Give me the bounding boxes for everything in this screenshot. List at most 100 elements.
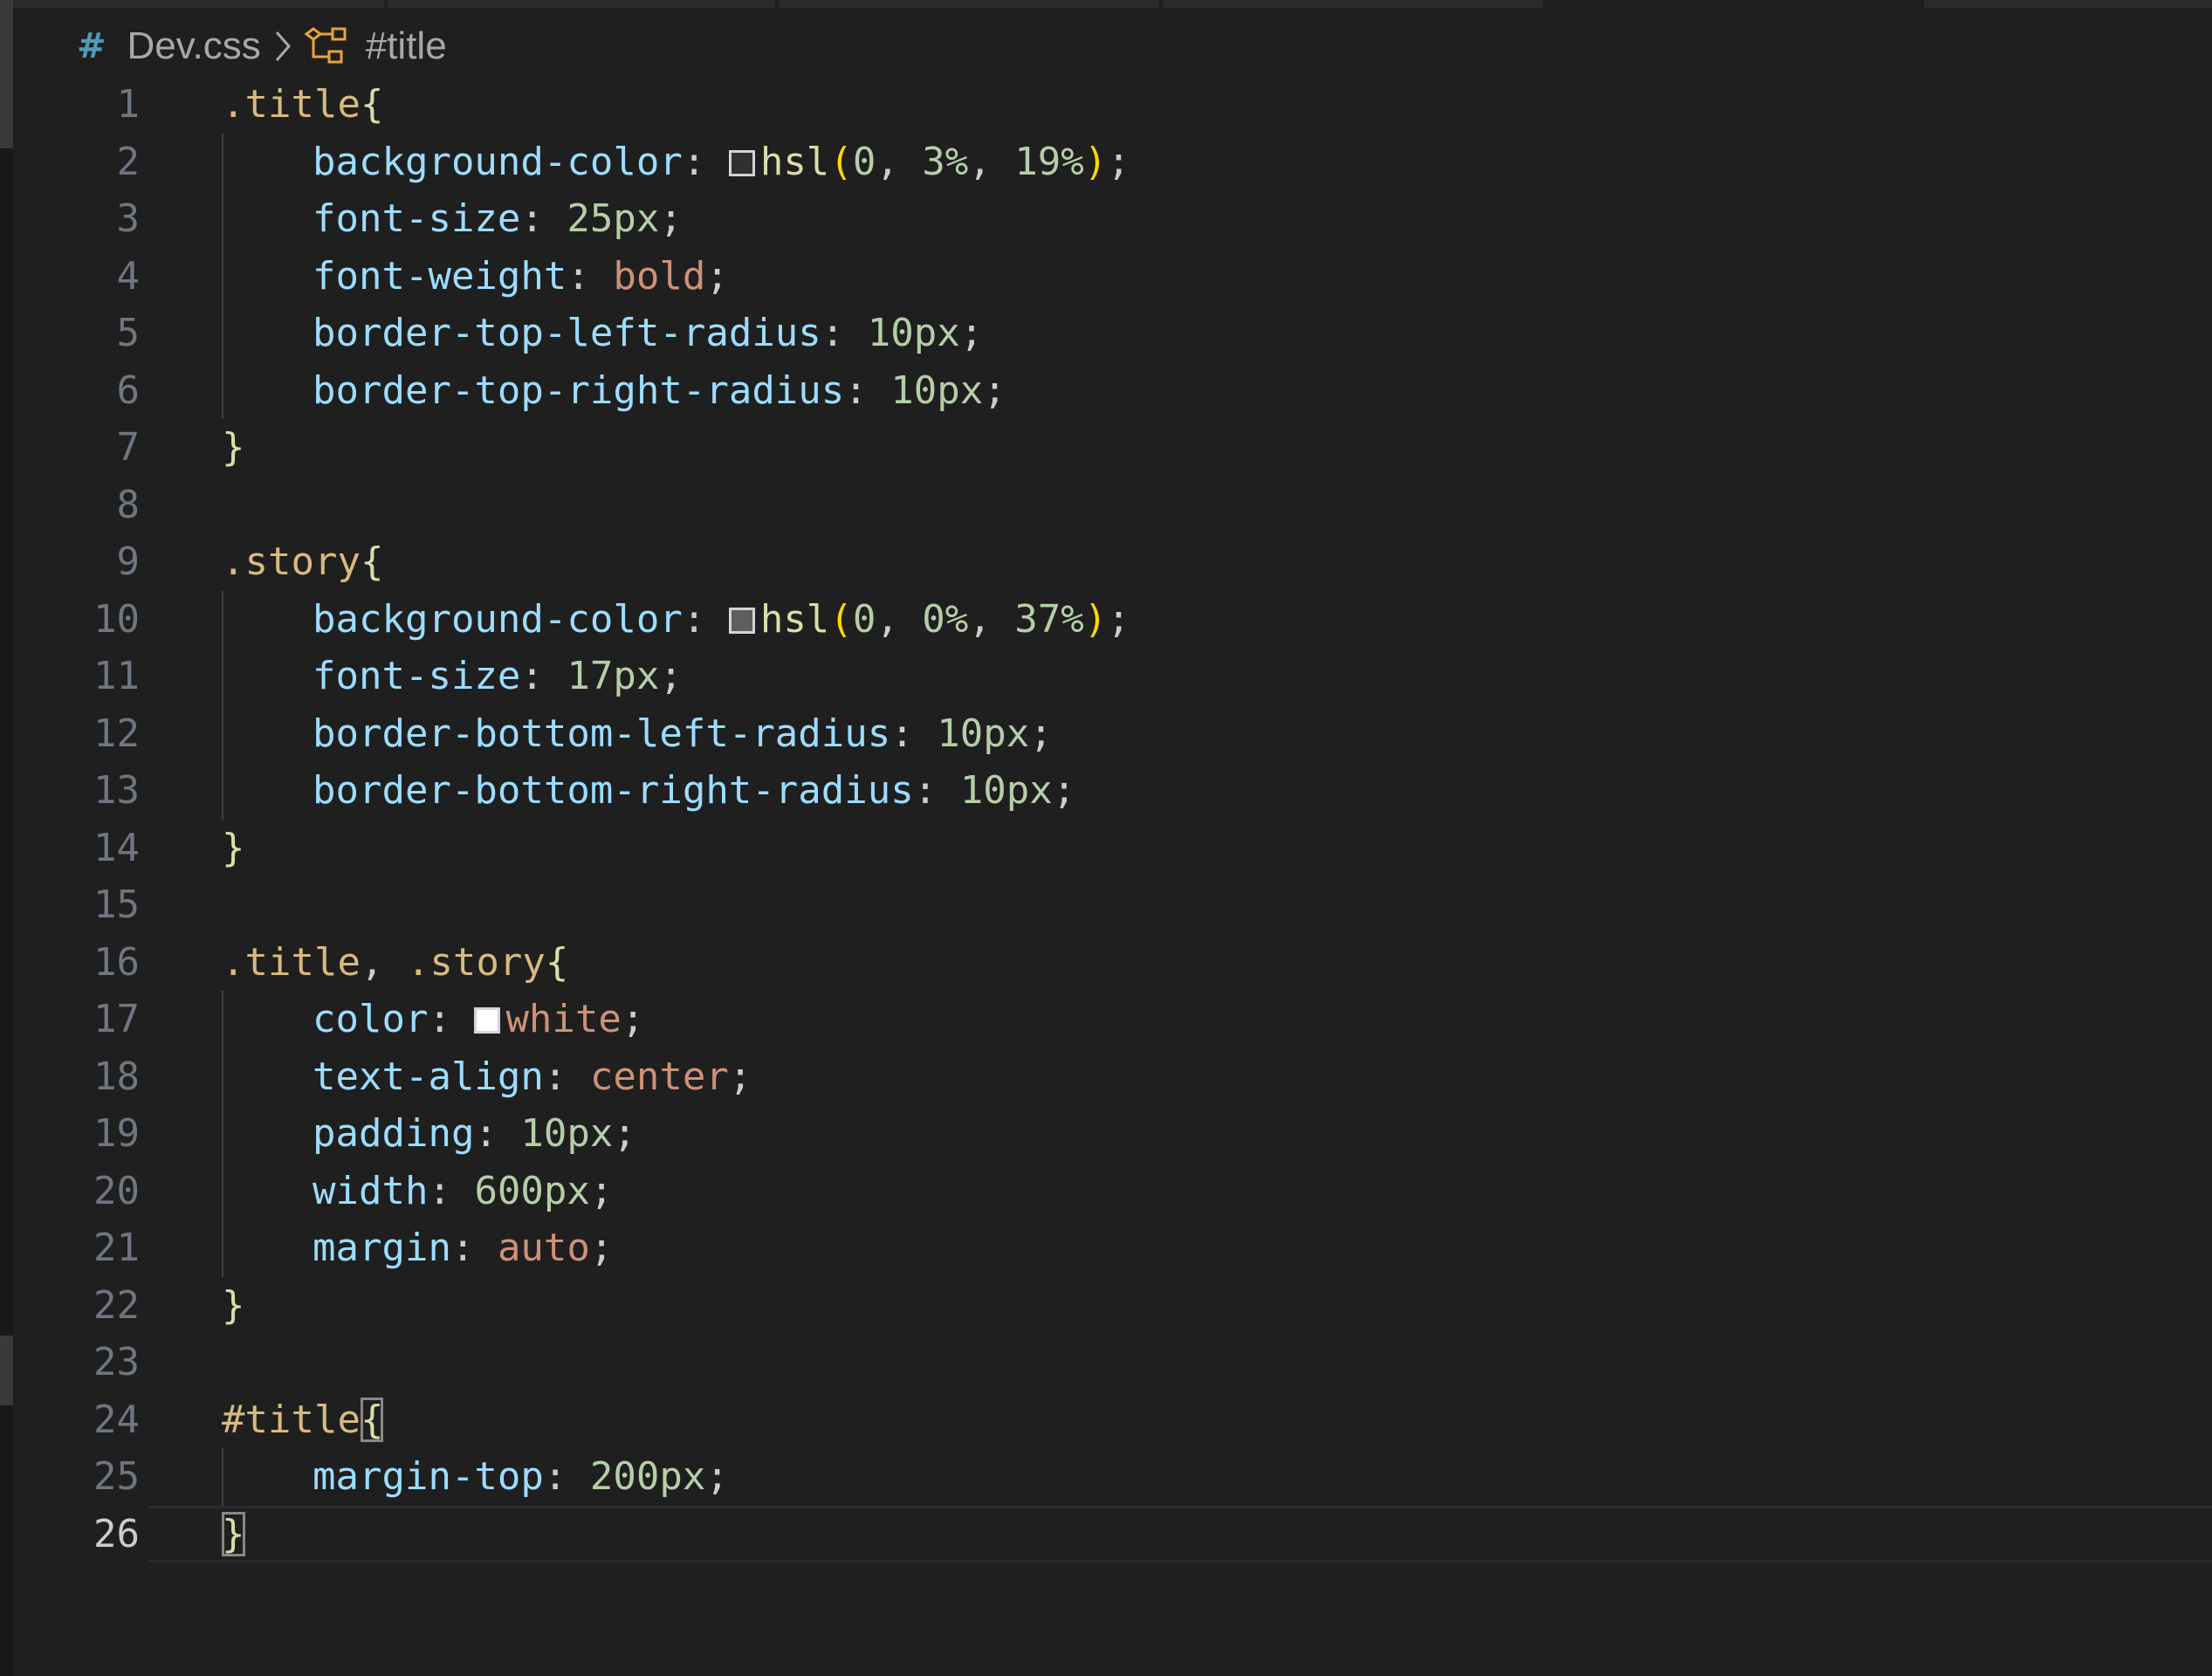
code-line[interactable]: 22} [0,1277,2212,1335]
code-token: : [428,1168,475,1213]
code-token: ; [589,1168,614,1213]
code-line[interactable]: 11 font-size: 17px; [0,648,2212,705]
color-swatch-icon[interactable] [728,149,755,176]
line-number: 12 [93,711,140,756]
code-line[interactable]: 15 [0,876,2212,934]
code-token: : [913,768,960,813]
code-line[interactable]: 21 margin: auto; [0,1219,2212,1277]
code-token: : [682,596,729,642]
indent-guide [222,1162,223,1219]
code-token: 19% [1014,139,1084,184]
code-token: , [968,596,1015,642]
code-text: border-bottom-left-radius: 10px; [313,705,1053,763]
color-swatch-icon[interactable] [474,1007,501,1034]
code-text: #title{ [222,1391,384,1449]
code-line[interactable]: 20 width: 600px; [0,1162,2212,1220]
code-token: ( [829,139,853,184]
code-line[interactable]: 12 border-bottom-left-radius: 10px; [0,704,2212,763]
code-line[interactable]: 18 text-align: center; [0,1048,2212,1105]
code-line[interactable]: 17 color: white; [0,991,2212,1048]
code-line[interactable]: 23 [0,1334,2212,1391]
code-token: color [313,997,429,1041]
code-token: .story [406,939,546,985]
chevron-right-icon [273,29,292,64]
breadcrumb-symbol[interactable]: #title [366,24,447,68]
code-token: ; [728,1054,752,1099]
code-line[interactable]: 26} [0,1505,2212,1563]
code-text: border-bottom-right-radius: 10px; [313,762,1075,820]
indent-guide [222,1448,223,1506]
line-number: 14 [93,825,140,870]
code-line[interactable]: 16 .title, .story{ [0,934,2212,992]
indent-guide [222,648,223,705]
code-text: width: 600px; [313,1163,613,1220]
code-token: : [520,654,567,698]
color-swatch-icon[interactable] [728,607,755,634]
code-line[interactable]: 2 background-color: hsl(0, 3%, 19%); [0,133,2212,191]
code-text: margin: auto; [313,1219,613,1277]
code-line[interactable]: 5 border-top-left-radius: 10px; [0,305,2212,362]
code-text: background-color: hsl(0, 0%, 37%); [313,591,1130,649]
code-token: ; [659,654,683,698]
line-number: 26 [93,1511,140,1556]
code-token: border-top-right-radius [313,367,845,413]
line-number: 11 [93,654,140,698]
code-text: font-weight: bold; [313,248,729,306]
code-line[interactable]: 7} [0,419,2212,477]
code-token: 10px [959,768,1053,813]
code-token: .title [222,939,361,985]
code-token: : [844,367,891,413]
code-line[interactable]: 6 border-top-right-radius: 10px; [0,361,2212,420]
code-token: padding [313,1111,475,1156]
code-line[interactable]: 14} [0,820,2212,877]
code-line[interactable]: 10 background-color: hsl(0, 0%, 37%); [0,590,2212,649]
code-token: 10px [890,367,984,413]
code-line[interactable]: 24 #title{ [0,1391,2212,1449]
code-token: .story [222,539,361,584]
code-token: 10px [520,1111,614,1156]
indent-guide [222,762,223,820]
code-token: 10px [937,711,1030,756]
code-token: margin [313,1226,451,1270]
line-number: 23 [93,1340,140,1384]
selector-symbol-icon [303,25,350,67]
code-line[interactable]: 4 font-weight: bold; [0,247,2212,306]
indent-guide [222,991,223,1048]
code-token: text-align [313,1054,544,1099]
breadcrumb-file[interactable]: Dev.css [127,24,261,68]
line-number: 6 [116,367,141,413]
code-token: 0 [852,139,876,184]
line-number: 22 [93,1282,140,1328]
line-number: 17 [93,997,140,1041]
code-text: font-size: 25px; [313,190,683,248]
code-text: font-size: 17px; [313,648,683,705]
code-line[interactable]: 13 border-bottom-right-radius: 10px; [0,762,2212,820]
code-line[interactable]: 25 margin-top: 200px; [0,1448,2212,1506]
code-line[interactable]: 3 font-size: 25px; [0,190,2212,248]
line-number: 20 [93,1168,140,1213]
code-token: margin-top [313,1454,544,1499]
code-token: : [543,1454,590,1499]
code-line[interactable]: 19 padding: 10px; [0,1105,2212,1163]
code-text: .story{ [222,533,383,591]
code-line[interactable]: 8 [0,477,2212,534]
code-editor[interactable]: # Dev.css #title 1 .title{2 background-col… [0,0,2212,1676]
line-number: 19 [93,1111,140,1156]
code-text: border-top-left-radius: 10px; [313,305,983,362]
code-line[interactable]: 9 .story{ [0,533,2212,591]
code-token: { [360,1397,384,1442]
indent-guide [222,190,223,248]
code-token: 3% [922,139,969,184]
line-number: 8 [116,482,141,527]
code-token: , [876,596,923,642]
code-token: , [876,139,923,184]
code-area[interactable]: 1 .title{ 2 background-color: hsl(0, 3%, 19… [0,76,2212,1563]
code-token: : [520,196,567,241]
code-text: background-color: hsl(0, 3%, 19%); [313,134,1130,191]
code-text: border-top-right-radius: 10px; [313,362,1006,420]
code-token: font-size [313,654,521,698]
code-line[interactable]: 1 .title{ [0,76,2212,134]
line-number: 2 [116,139,141,184]
code-text: .title{ [222,76,383,134]
code-token: ) [1083,139,1108,184]
